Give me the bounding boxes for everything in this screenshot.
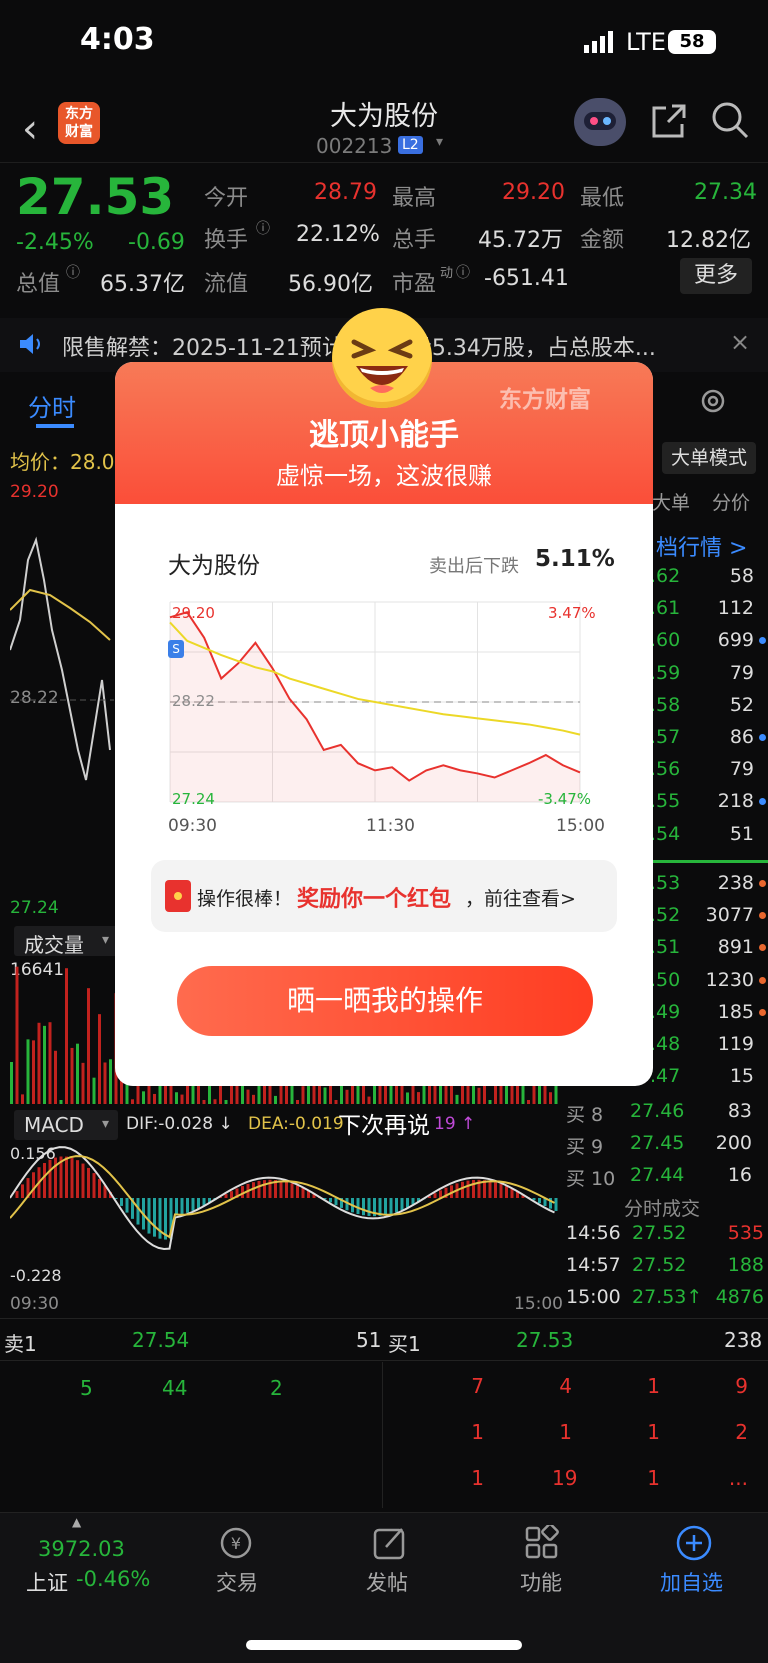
label-high: 最高 bbox=[392, 186, 437, 211]
more-button[interactable]: 更多 bbox=[680, 258, 752, 294]
label-volume: 总手 bbox=[392, 228, 437, 253]
queue-buy-cell: 19 bbox=[552, 1466, 578, 1490]
reward-prefix: 操作很棒！ bbox=[197, 888, 293, 910]
current-price: 27.53 bbox=[16, 168, 175, 226]
laughing-emoji-icon bbox=[332, 308, 432, 408]
modal-stock-name: 大为股份 bbox=[168, 553, 260, 579]
search-icon[interactable] bbox=[710, 100, 750, 140]
svg-text:¥: ¥ bbox=[231, 1534, 241, 1553]
level2-badge[interactable]: L2 bbox=[398, 136, 423, 154]
chevron-down-icon[interactable]: ▾ bbox=[436, 134, 443, 150]
amount-value: 12.82亿 bbox=[666, 228, 751, 253]
chart-mid-label: 28.22 bbox=[172, 692, 215, 710]
stock-code[interactable]: 002213 bbox=[316, 134, 392, 158]
signal-icon bbox=[584, 31, 613, 53]
battery-icon: 58 bbox=[668, 30, 716, 54]
volume-value: 45.72万 bbox=[478, 228, 563, 253]
total-mv: 65.37亿 bbox=[100, 272, 185, 297]
label-open: 今开 bbox=[204, 186, 249, 211]
chart-low-label: 27.24 bbox=[172, 790, 215, 808]
modal-title: 逃顶小能手 bbox=[309, 418, 459, 453]
share-operation-button[interactable]: 晒一晒我的操作 bbox=[177, 966, 593, 1036]
label-float-mv: 流值 bbox=[204, 272, 249, 297]
info-icon[interactable]: ⓘ bbox=[456, 262, 470, 282]
queue-buy-cell: 7 bbox=[471, 1374, 484, 1398]
queue-buy-cell: 4 bbox=[559, 1374, 572, 1398]
queue-buy-cell: 1 bbox=[647, 1466, 660, 1490]
network-label: LTE bbox=[626, 28, 666, 56]
chart-low-pct: -3.47% bbox=[538, 790, 592, 808]
label-amount: 金额 bbox=[580, 228, 625, 253]
speaker-icon bbox=[20, 334, 40, 354]
index-change[interactable]: -0.46% bbox=[76, 1567, 150, 1591]
modal-intraday-chart: 29.20 3.47% 28.22 27.24 -3.47% S 09:30 1… bbox=[168, 600, 608, 860]
reward-banner[interactable]: 操作很棒！ 奖励你一个红包 ，前往查看> bbox=[151, 860, 617, 932]
open-value: 28.79 bbox=[314, 180, 377, 205]
buy1-vol: 238 bbox=[724, 1328, 763, 1352]
modal-subtitle: 虚惊一场，这波很赚 bbox=[276, 462, 492, 490]
modal-card: 东方财富 逃顶小能手 虚惊一场，这波很赚 大为股份 卖出后下跌 5.11% 29… bbox=[115, 362, 653, 1086]
chart-time-start: 09:30 bbox=[168, 816, 217, 836]
share-icon[interactable] bbox=[650, 102, 688, 140]
sell1-vol: 51 bbox=[356, 1328, 382, 1352]
reward-highlight: 奖励你一个红包 bbox=[297, 887, 452, 912]
trade-icon[interactable]: ¥ bbox=[216, 1525, 256, 1561]
modal-drop-label: 卖出后下跌 bbox=[429, 556, 519, 577]
post-icon[interactable] bbox=[372, 1525, 408, 1561]
modal-brand: 东方财富 bbox=[499, 387, 591, 413]
grid-function-icon[interactable] bbox=[524, 1525, 560, 1561]
sell-marker: S bbox=[168, 640, 184, 658]
high-value: 29.20 bbox=[502, 180, 565, 205]
close-icon[interactable]: × bbox=[730, 328, 750, 356]
queue-buy-cell: 2 bbox=[735, 1420, 748, 1444]
queue-buy-cell: 1 bbox=[647, 1420, 660, 1444]
change-amount: -0.69 bbox=[128, 230, 185, 255]
nav-trade[interactable]: 交易 bbox=[216, 1567, 258, 1597]
queue-buy-cell: 1 bbox=[471, 1420, 484, 1444]
pe-superscript: 动 bbox=[440, 266, 454, 281]
red-envelope-icon bbox=[165, 880, 191, 912]
queue-buy-cell: 9 bbox=[735, 1374, 748, 1398]
queue-buy-cell: 1 bbox=[471, 1466, 484, 1490]
status-time: 4:03 bbox=[80, 22, 155, 57]
modal-drop-value: 5.11% bbox=[535, 546, 615, 572]
add-favorite-icon[interactable] bbox=[674, 1523, 714, 1563]
queue-buy-cell: 1 bbox=[647, 1374, 660, 1398]
nav-function[interactable]: 功能 bbox=[520, 1567, 562, 1597]
float-mv: 56.90亿 bbox=[288, 272, 373, 297]
nav-add-favorite[interactable]: 加自选 bbox=[660, 1567, 723, 1597]
sell1-label: 卖1 bbox=[4, 1332, 37, 1356]
chart-time-end: 15:00 bbox=[556, 816, 605, 836]
low-value: 27.34 bbox=[694, 180, 757, 205]
buy1-label: 买1 bbox=[388, 1332, 421, 1356]
change-pct: -2.45% bbox=[16, 230, 94, 255]
index-name[interactable]: 上证 bbox=[26, 1567, 68, 1597]
reward-suffix: ，前往查看> bbox=[465, 888, 576, 910]
chart-time-mid: 11:30 bbox=[366, 816, 415, 836]
nav-post[interactable]: 发帖 bbox=[366, 1567, 408, 1597]
label-low: 最低 bbox=[580, 186, 625, 211]
pe-value: -651.41 bbox=[484, 266, 569, 291]
index-value[interactable]: 3972.03 bbox=[38, 1537, 125, 1561]
chart-high-pct: 3.47% bbox=[548, 604, 596, 622]
label-total-mv: 总值 bbox=[16, 272, 61, 297]
info-icon[interactable]: ⓘ bbox=[256, 218, 270, 238]
chart-high-label: 29.20 bbox=[172, 604, 215, 622]
sell1-price: 27.54 bbox=[132, 1328, 190, 1352]
queue-buy-cell: ... bbox=[728, 1466, 748, 1490]
turnover-value: 22.12% bbox=[296, 222, 380, 247]
queue-buy-cell: 1 bbox=[559, 1420, 572, 1444]
robot-assistant-icon[interactable] bbox=[574, 98, 626, 146]
home-indicator[interactable] bbox=[246, 1640, 522, 1650]
label-pe: 市盈 bbox=[392, 272, 437, 297]
label-turnover: 换手 bbox=[204, 228, 249, 253]
chevron-up-icon[interactable]: ▲ bbox=[72, 1515, 81, 1529]
buy1-price: 27.53 bbox=[516, 1328, 574, 1352]
queue-sell-cell: 44 bbox=[162, 1376, 188, 1400]
later-button[interactable]: 下次再说 bbox=[0, 1106, 768, 1140]
queue-sell-cell: 2 bbox=[270, 1376, 283, 1400]
queue-sell-cell: 5 bbox=[80, 1376, 93, 1400]
info-icon[interactable]: ⓘ bbox=[66, 262, 80, 282]
